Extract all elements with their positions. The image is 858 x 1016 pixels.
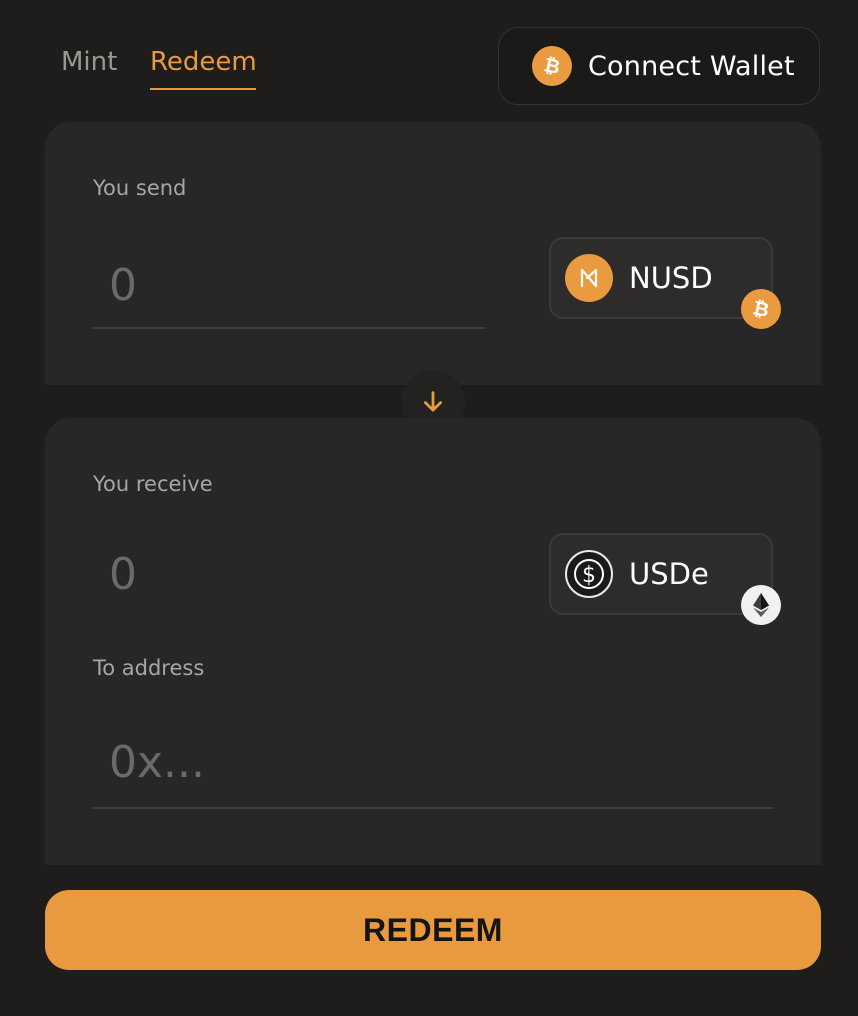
send-label: You send	[93, 176, 187, 200]
nusd-icon	[565, 254, 613, 302]
redeem-button-label: REDEEM	[363, 911, 503, 948]
receive-token-symbol: USDe	[629, 557, 709, 591]
connect-wallet-button[interactable]: ₿ Connect Wallet	[498, 27, 820, 105]
receive-amount-input[interactable]	[93, 538, 485, 610]
active-tab-indicator	[150, 88, 256, 90]
usde-icon: $	[565, 550, 613, 598]
svg-text:₿: ₿	[542, 53, 562, 79]
send-amount-input[interactable]	[93, 244, 485, 329]
send-token-symbol: NUSD	[629, 261, 713, 295]
svg-text:₿: ₿	[751, 296, 771, 322]
receive-label: You receive	[93, 472, 213, 496]
receive-token-selector[interactable]: $ USDe	[549, 533, 781, 625]
arrow-down-icon	[424, 391, 442, 412]
bitcoin-icon: ₿	[741, 289, 781, 329]
svg-text:$: $	[582, 563, 596, 588]
ethereum-icon	[741, 585, 781, 625]
send-panel: You send NUSD ₿	[45, 122, 821, 385]
to-address-label: To address	[93, 656, 205, 680]
connect-wallet-label: Connect Wallet	[588, 50, 795, 82]
tab-redeem[interactable]: Redeem	[150, 44, 257, 80]
to-address-input[interactable]	[93, 718, 773, 809]
bitcoin-icon: ₿	[532, 46, 572, 86]
tab-mint[interactable]: Mint	[61, 44, 117, 80]
redeem-button[interactable]: REDEEM	[45, 890, 821, 970]
send-token-selector[interactable]: NUSD ₿	[549, 237, 781, 329]
receive-panel: You receive $ USDe To address	[45, 418, 821, 865]
